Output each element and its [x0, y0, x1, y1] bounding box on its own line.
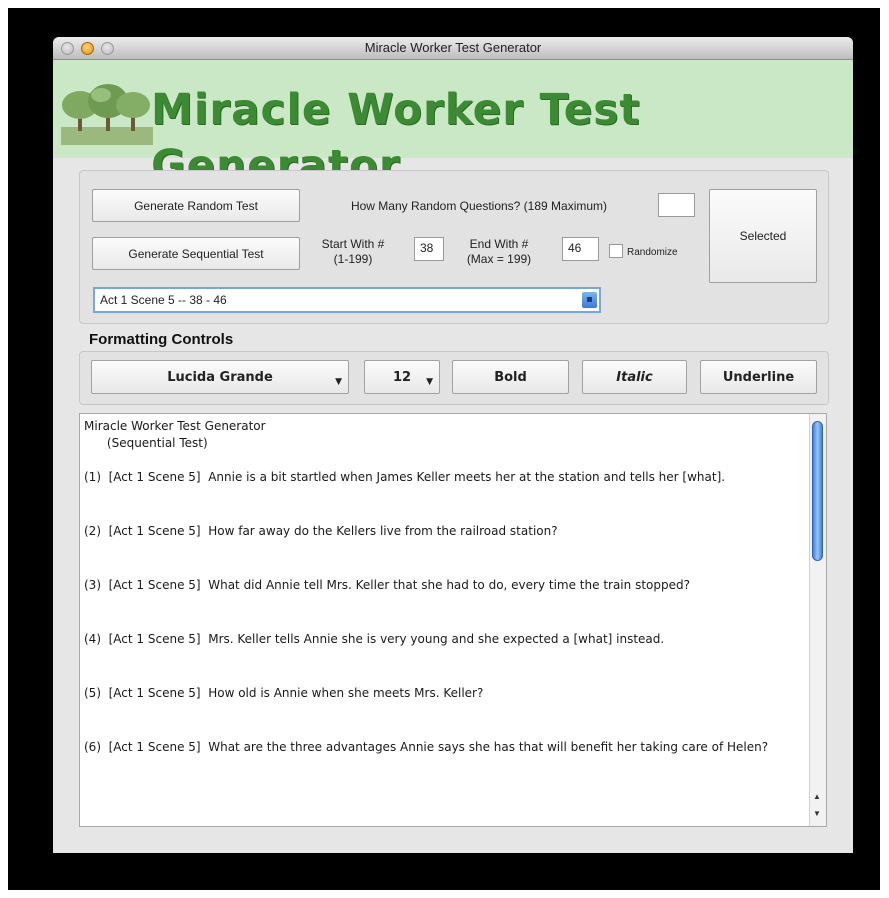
- italic-button[interactable]: Italic: [582, 360, 687, 394]
- start-with-label-line2: (1-199): [333, 252, 373, 266]
- scroll-up-icon[interactable]: ▲: [813, 792, 821, 801]
- generate-sequential-test-button[interactable]: Generate Sequential Test: [92, 237, 300, 270]
- randomize-label: Randomize: [627, 247, 678, 258]
- minimize-window-icon[interactable]: [81, 42, 94, 55]
- selected-button[interactable]: Selected: [709, 189, 817, 283]
- scrollbar-thumb[interactable]: [812, 421, 823, 561]
- font-family-select[interactable]: Lucida Grande ▼: [91, 360, 349, 394]
- question-5: (5) [Act 1 Scene 5] How old is Annie whe…: [84, 686, 484, 700]
- range-select-value: Act 1 Scene 5 -- 38 - 46: [100, 293, 227, 307]
- generate-random-test-button[interactable]: Generate Random Test: [92, 189, 300, 222]
- document-title: Miracle Worker Test Generator: [84, 419, 266, 433]
- window-title: Miracle Worker Test Generator: [364, 40, 542, 55]
- scroll-down-icon[interactable]: ▼: [813, 809, 821, 818]
- random-count-label: How Many Random Questions? (189 Maximum): [350, 199, 608, 213]
- chevron-down-icon: ▼: [335, 377, 342, 387]
- start-with-label-line1: Start With #: [321, 237, 385, 251]
- start-with-label: Start With # (1-199): [309, 237, 397, 267]
- question-6: (6) [Act 1 Scene 5] What are the three a…: [84, 740, 769, 754]
- chevron-down-icon: ▼: [426, 377, 433, 387]
- title-bar[interactable]: Miracle Worker Test Generator: [53, 37, 853, 60]
- document-subtitle: (Sequential Test): [84, 436, 208, 450]
- bold-button[interactable]: Bold: [452, 360, 569, 394]
- underline-button[interactable]: Underline: [700, 360, 817, 394]
- font-size-value: 12: [392, 369, 412, 385]
- zoom-window-icon[interactable]: [101, 42, 114, 55]
- question-2: (2) [Act 1 Scene 5] How far away do the …: [84, 524, 558, 538]
- end-with-label-line2: (Max = 199): [466, 252, 532, 266]
- random-count-input[interactable]: [658, 193, 695, 217]
- font-size-select[interactable]: 12 ▼: [364, 360, 440, 394]
- test-output-content: Miracle Worker Test Generator (Sequentia…: [84, 418, 806, 756]
- font-family-value: Lucida Grande: [167, 369, 273, 385]
- header-banner: Miracle Worker Test Generator: [53, 60, 853, 191]
- question-3: (3) [Act 1 Scene 5] What did Annie tell …: [84, 578, 690, 592]
- question-1: (1) [Act 1 Scene 5] Annie is a bit start…: [84, 470, 726, 484]
- question-4: (4) [Act 1 Scene 5] Mrs. Keller tells An…: [84, 632, 665, 646]
- close-window-icon[interactable]: [61, 42, 74, 55]
- formatting-controls-title: Formatting Controls: [89, 331, 234, 348]
- app-window: Miracle Worker Test Generator Miracle Wo…: [53, 37, 853, 853]
- end-with-label-line1: End With #: [469, 237, 529, 251]
- end-with-input[interactable]: 46: [562, 237, 599, 261]
- randomize-checkbox[interactable]: [609, 244, 623, 258]
- start-with-input[interactable]: 38: [414, 237, 444, 261]
- dropdown-arrow-icon[interactable]: [582, 292, 597, 308]
- range-select[interactable]: Act 1 Scene 5 -- 38 - 46: [93, 287, 601, 313]
- test-output-textarea[interactable]: Miracle Worker Test Generator (Sequentia…: [79, 413, 827, 827]
- end-with-label: End With # (Max = 199): [453, 237, 545, 267]
- trees-logo-icon: [61, 84, 153, 145]
- vertical-scrollbar[interactable]: ▲ ▼: [809, 414, 826, 826]
